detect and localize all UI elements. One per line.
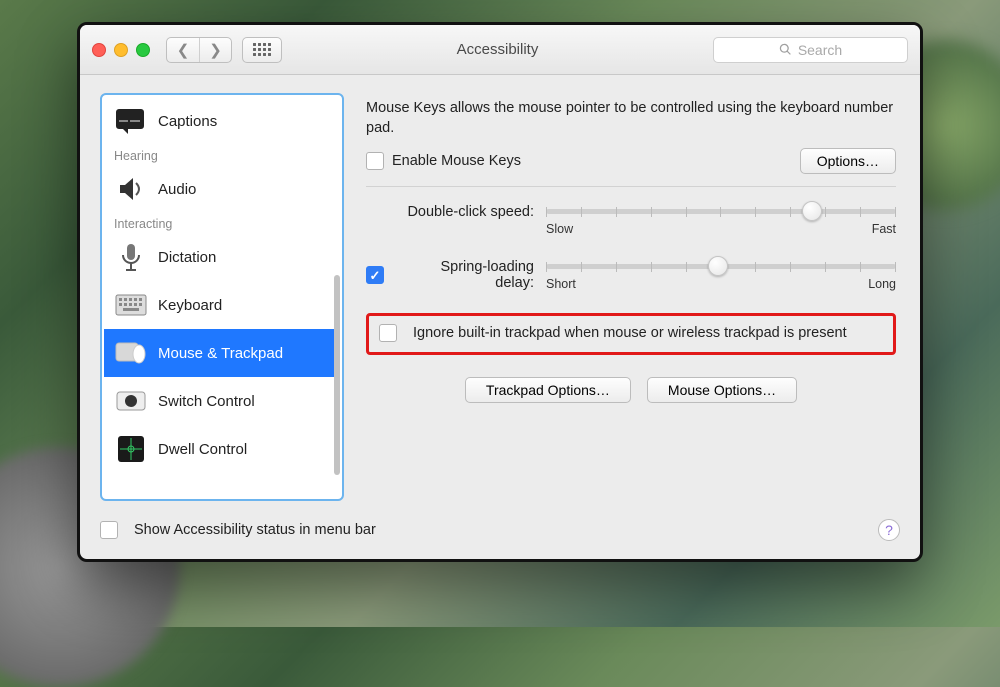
ignore-trackpad-checkbox[interactable] bbox=[379, 324, 397, 342]
slider-max-label: Long bbox=[868, 277, 896, 291]
minimize-icon[interactable] bbox=[114, 43, 128, 57]
mouse-keys-options-button[interactable]: Options… bbox=[800, 148, 896, 174]
sidebar-item-label: Audio bbox=[158, 181, 196, 198]
sidebar-item-captions[interactable]: Captions bbox=[104, 97, 340, 145]
double-click-speed-label: Double-click speed: bbox=[366, 203, 546, 220]
double-click-speed-slider[interactable] bbox=[546, 209, 896, 214]
sidebar-item-mouse-trackpad[interactable]: Mouse & Trackpad bbox=[104, 329, 340, 377]
spring-loading-delay-slider[interactable] bbox=[546, 264, 896, 269]
sidebar-item-switch-control[interactable]: Switch Control bbox=[104, 377, 340, 425]
double-click-speed-row: Double-click speed: Slow Fast bbox=[366, 203, 896, 236]
search-input[interactable]: Search bbox=[713, 37, 908, 63]
slider-thumb[interactable] bbox=[802, 201, 822, 221]
preferences-window: ❮ ❯ Accessibility Search Captions bbox=[77, 22, 923, 562]
sidebar-header-interacting: Interacting bbox=[104, 213, 340, 233]
panel-bottom-buttons: Trackpad Options… Mouse Options… bbox=[366, 377, 896, 403]
search-icon bbox=[779, 43, 792, 56]
mouse-trackpad-icon bbox=[114, 338, 148, 368]
slider-max-label: Fast bbox=[872, 222, 896, 236]
enable-mouse-keys-option[interactable]: Enable Mouse Keys bbox=[366, 152, 521, 170]
mouse-options-button[interactable]: Mouse Options… bbox=[647, 377, 797, 403]
dwell-control-icon bbox=[114, 434, 148, 464]
sidebar-item-label: Captions bbox=[158, 113, 217, 130]
switch-control-icon bbox=[114, 386, 148, 416]
sidebar: Captions Hearing Audio Interacting Dicta… bbox=[100, 93, 344, 501]
sidebar-item-label: Switch Control bbox=[158, 393, 255, 410]
zoom-icon[interactable] bbox=[136, 43, 150, 57]
settings-panel: Mouse Keys allows the mouse pointer to b… bbox=[362, 93, 900, 501]
sidebar-item-dwell-control[interactable]: Dwell Control bbox=[104, 425, 340, 473]
show-status-checkbox[interactable] bbox=[100, 521, 118, 539]
sidebar-item-dictation[interactable]: Dictation bbox=[104, 233, 340, 281]
window-controls bbox=[92, 43, 150, 57]
nav-forward-button[interactable]: ❯ bbox=[199, 38, 231, 62]
mouse-keys-description: Mouse Keys allows the mouse pointer to b… bbox=[366, 99, 896, 138]
enable-mouse-keys-checkbox[interactable] bbox=[366, 152, 384, 170]
spring-loading-delay-row: Spring-loading delay: Short Long bbox=[366, 258, 896, 291]
slider-min-label: Short bbox=[546, 277, 576, 291]
slider-min-label: Slow bbox=[546, 222, 573, 236]
captions-icon bbox=[114, 106, 148, 136]
grid-icon bbox=[253, 43, 271, 56]
sidebar-item-label: Dwell Control bbox=[158, 441, 247, 458]
keyboard-icon bbox=[114, 290, 148, 320]
window-title: Accessibility bbox=[292, 41, 703, 58]
search-placeholder: Search bbox=[798, 42, 842, 58]
nav-back-forward: ❮ ❯ bbox=[166, 37, 232, 63]
show-all-button[interactable] bbox=[242, 37, 282, 63]
sidebar-header-hearing: Hearing bbox=[104, 145, 340, 165]
sidebar-scrollbar[interactable] bbox=[334, 275, 340, 475]
enable-mouse-keys-label: Enable Mouse Keys bbox=[392, 153, 521, 169]
slider-thumb[interactable] bbox=[708, 256, 728, 276]
spring-loading-checkbox[interactable] bbox=[366, 266, 384, 284]
sidebar-item-audio[interactable]: Audio bbox=[104, 165, 340, 213]
spring-loading-label: Spring-loading delay: bbox=[400, 259, 534, 291]
sidebar-item-keyboard[interactable]: Keyboard bbox=[104, 281, 340, 329]
trackpad-options-button[interactable]: Trackpad Options… bbox=[465, 377, 631, 403]
microphone-icon bbox=[114, 242, 148, 272]
ignore-trackpad-label: Ignore built-in trackpad when mouse or w… bbox=[413, 324, 847, 344]
separator bbox=[366, 186, 896, 187]
show-status-label: Show Accessibility status in menu bar bbox=[134, 522, 376, 538]
close-icon[interactable] bbox=[92, 43, 106, 57]
sidebar-item-label: Mouse & Trackpad bbox=[158, 345, 283, 362]
nav-back-button[interactable]: ❮ bbox=[167, 38, 199, 62]
titlebar: ❮ ❯ Accessibility Search bbox=[80, 25, 920, 75]
speaker-icon bbox=[114, 174, 148, 204]
help-button[interactable]: ? bbox=[878, 519, 900, 541]
sidebar-item-label: Dictation bbox=[158, 249, 216, 266]
sidebar-item-label: Keyboard bbox=[158, 297, 222, 314]
window-footer: Show Accessibility status in menu bar ? bbox=[80, 509, 920, 559]
window-body: Captions Hearing Audio Interacting Dicta… bbox=[80, 75, 920, 509]
ignore-trackpad-option-highlighted: Ignore built-in trackpad when mouse or w… bbox=[366, 313, 896, 355]
